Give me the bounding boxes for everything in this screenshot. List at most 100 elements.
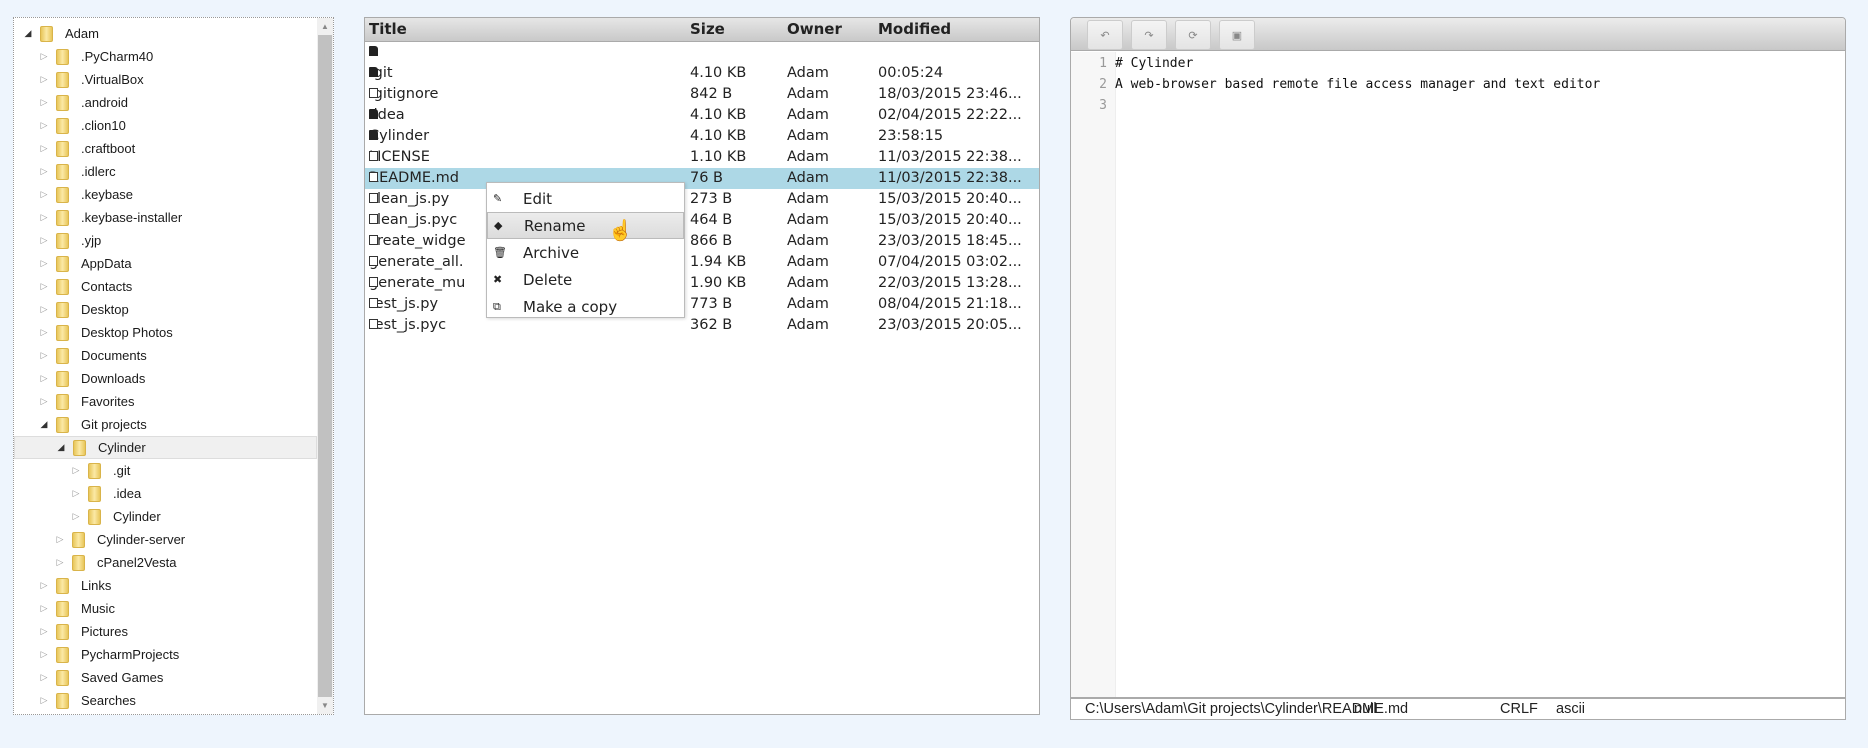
tree-item[interactable]: ▷ Favorites: [14, 390, 317, 413]
file-row[interactable]: .idea 4.10 KB Adam 02/04/2015 22:22...: [365, 105, 1039, 126]
collapsed-arrow-icon[interactable]: ▷: [70, 488, 82, 499]
collapsed-arrow-icon[interactable]: ▷: [38, 281, 50, 292]
tree-item[interactable]: ◢ Git projects: [14, 413, 317, 436]
editor-content[interactable]: 1 # Cylinder 2 A web-browser based remote f…: [1071, 56, 1845, 119]
collapsed-arrow-icon[interactable]: ▷: [38, 74, 50, 85]
collapsed-arrow-icon[interactable]: ▷: [54, 534, 66, 545]
tree-item[interactable]: ▷ .android: [14, 91, 317, 114]
collapsed-arrow-icon[interactable]: ▷: [38, 189, 50, 200]
scrollbar-thumb[interactable]: [318, 35, 332, 697]
collapsed-arrow-icon[interactable]: ▷: [38, 350, 50, 361]
collapsed-arrow-icon[interactable]: ▷: [38, 626, 50, 637]
expanded-arrow-icon[interactable]: ◢: [22, 28, 34, 39]
trash-icon: 🗑: [493, 246, 507, 259]
tree-item[interactable]: ▷ .keybase-installer: [14, 206, 317, 229]
tree-item[interactable]: ▷ Documents: [14, 344, 317, 367]
expanded-arrow-icon[interactable]: ◢: [38, 419, 50, 430]
tree-item[interactable]: ▷ .idea: [14, 482, 317, 505]
tree-item[interactable]: ◢ Adam: [14, 22, 317, 45]
collapsed-arrow-icon[interactable]: ▷: [38, 672, 50, 683]
tree-item[interactable]: ▷ PycharmProjects: [14, 643, 317, 666]
collapsed-arrow-icon[interactable]: ▷: [54, 557, 66, 568]
tree-item[interactable]: ▷ Desktop Photos: [14, 321, 317, 344]
tree-item[interactable]: ▷ .git: [14, 459, 317, 482]
tree-item[interactable]: ▷ Desktop: [14, 298, 317, 321]
menu-item-archive[interactable]: 🗑 Archive: [487, 239, 684, 266]
text-editor: ↶ ↷ ⟳ ▣ 1 # Cylinder 2 A web-browser based rem…: [1070, 17, 1846, 720]
refresh-button[interactable]: ⟳: [1175, 20, 1211, 50]
scroll-up-arrow-icon[interactable]: ▲: [317, 18, 333, 35]
file-row[interactable]: .git 4.10 KB Adam 00:05:24: [365, 63, 1039, 84]
collapsed-arrow-icon[interactable]: ▷: [38, 695, 50, 706]
file-row[interactable]: README.md 76 B Adam 11/03/2015 22:38...: [365, 168, 1039, 189]
column-title[interactable]: Title: [369, 20, 687, 38]
tree-item-label: Favorites: [81, 394, 135, 409]
column-size[interactable]: Size: [690, 20, 725, 38]
file-row[interactable]: ..: [365, 42, 1039, 63]
collapsed-arrow-icon[interactable]: ▷: [38, 166, 50, 177]
tree-item[interactable]: ▷ Links: [14, 574, 317, 597]
collapsed-arrow-icon[interactable]: ▷: [38, 304, 50, 315]
file-row[interactable]: test_js.pyc 362 B Adam 23/03/2015 20:05...: [365, 315, 1039, 336]
file-row[interactable]: .gitignore 842 B Adam 18/03/2015 23:46...: [365, 84, 1039, 105]
column-owner[interactable]: Owner: [787, 20, 842, 38]
file-row[interactable]: generate_all. 1.94 KB Adam 07/04/2015 03:02…: [365, 252, 1039, 273]
tree-item[interactable]: ▷ .craftboot: [14, 137, 317, 160]
tree-item[interactable]: ▷ .VirtualBox: [14, 68, 317, 91]
editor-line[interactable]: 3: [1071, 98, 1845, 119]
tree-item[interactable]: ▷ Pictures: [14, 620, 317, 643]
collapsed-arrow-icon[interactable]: ▷: [70, 465, 82, 476]
tree-item[interactable]: ▷ Downloads: [14, 367, 317, 390]
tree-item[interactable]: ▷ Cylinder-server: [14, 528, 317, 551]
collapsed-arrow-icon[interactable]: ▷: [38, 649, 50, 660]
tree-item[interactable]: ▷ Music: [14, 597, 317, 620]
collapsed-arrow-icon[interactable]: ▷: [38, 396, 50, 407]
menu-item-delete[interactable]: ✖ Delete: [487, 266, 684, 293]
collapsed-arrow-icon[interactable]: ▷: [38, 603, 50, 614]
menu-item-edit[interactable]: ✎ Edit: [487, 185, 684, 212]
collapsed-arrow-icon[interactable]: ▷: [38, 212, 50, 223]
tree-item[interactable]: ▷ Saved Games: [14, 666, 317, 689]
file-row[interactable]: clean_js.py 273 B Adam 15/03/2015 20:40...: [365, 189, 1039, 210]
collapsed-arrow-icon[interactable]: ▷: [38, 327, 50, 338]
collapsed-arrow-icon[interactable]: ▷: [38, 258, 50, 269]
undo-button[interactable]: ↶: [1087, 20, 1123, 50]
file-row[interactable]: create_widge 866 B Adam 23/03/2015 18:45...: [365, 231, 1039, 252]
tree-scrollbar[interactable]: ▲ ▼: [317, 18, 333, 714]
collapsed-arrow-icon[interactable]: ▷: [38, 97, 50, 108]
save-button[interactable]: ▣: [1219, 20, 1255, 50]
file-row[interactable]: clean_js.pyc 464 B Adam 15/03/2015 20:40...: [365, 210, 1039, 231]
tree-item[interactable]: ▷ .PyCharm40: [14, 45, 317, 68]
tree-item[interactable]: ▷ cPanel2Vesta: [14, 551, 317, 574]
collapsed-arrow-icon[interactable]: ▷: [38, 580, 50, 591]
editor-line[interactable]: 2 A web-browser based remote file access …: [1071, 77, 1845, 98]
tree-item[interactable]: ▷ .yjp: [14, 229, 317, 252]
collapsed-arrow-icon[interactable]: ▷: [38, 51, 50, 62]
file-owner: Adam: [787, 107, 829, 123]
tree-item[interactable]: ▷ .idlerc: [14, 160, 317, 183]
tree-item[interactable]: ▷ Cylinder: [14, 505, 317, 528]
menu-item-rename[interactable]: ◆ Rename: [487, 212, 684, 239]
file-row[interactable]: LICENSE 1.10 KB Adam 11/03/2015 22:38...: [365, 147, 1039, 168]
tree-item[interactable]: ▷ Contacts: [14, 275, 317, 298]
collapsed-arrow-icon[interactable]: ▷: [70, 511, 82, 522]
tree-item[interactable]: ▷ AppData: [14, 252, 317, 275]
tree-item[interactable]: ▷ Searches: [14, 689, 317, 712]
column-modified[interactable]: Modified: [878, 20, 1036, 38]
menu-item-make-a-copy[interactable]: ⧉ Make a copy: [487, 293, 684, 320]
expanded-arrow-icon[interactable]: ◢: [55, 442, 67, 453]
collapsed-arrow-icon[interactable]: ▷: [38, 373, 50, 384]
collapsed-arrow-icon[interactable]: ▷: [38, 143, 50, 154]
file-row[interactable]: Cylinder 4.10 KB Adam 23:58:15: [365, 126, 1039, 147]
scroll-down-arrow-icon[interactable]: ▼: [317, 697, 333, 714]
tree-item[interactable]: ◢ Cylinder: [14, 436, 317, 459]
collapsed-arrow-icon[interactable]: ▷: [38, 120, 50, 131]
file-row[interactable]: generate_mu 1.90 KB Adam 22/03/2015 13:28..…: [365, 273, 1039, 294]
redo-button[interactable]: ↷: [1131, 20, 1167, 50]
file-row[interactable]: test_js.py 773 B Adam 08/04/2015 21:18...: [365, 294, 1039, 315]
editor-line[interactable]: 1 # Cylinder: [1071, 56, 1845, 77]
tree-item[interactable]: ▷ .keybase: [14, 183, 317, 206]
tree-item[interactable]: ▷ .clion10: [14, 114, 317, 137]
file-size: 1.94 KB: [690, 254, 747, 270]
collapsed-arrow-icon[interactable]: ▷: [38, 235, 50, 246]
